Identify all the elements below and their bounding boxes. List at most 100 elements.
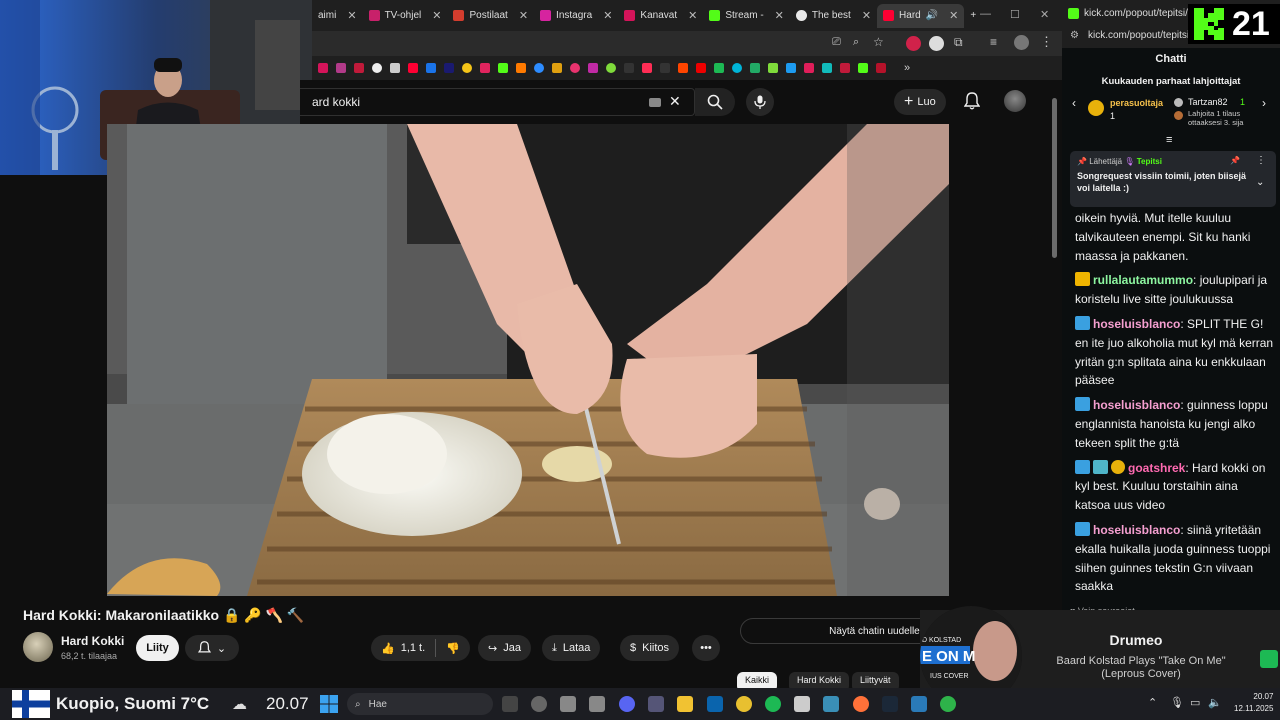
chevron-down-icon[interactable]: ⌄	[1256, 177, 1264, 188]
like-button[interactable]: 👍 1,1 t. 👎	[371, 635, 470, 661]
bookmark-icon[interactable]	[678, 63, 688, 73]
puzzle-icon[interactable]: ⧉	[954, 35, 963, 50]
message-username[interactable]: hoseluisblanco	[1093, 398, 1180, 412]
create-button[interactable]: + Luo	[894, 89, 946, 115]
close-icon[interactable]: ✕	[603, 9, 612, 22]
extension-icon[interactable]	[906, 36, 921, 51]
thanks-button[interactable]: $ Kiitos	[620, 635, 680, 661]
message-username[interactable]: rullalautamummo	[1093, 273, 1193, 287]
bookmark-icon[interactable]	[786, 63, 796, 73]
browser-tab-active[interactable]: Hard 🔊 ✕	[877, 3, 965, 28]
profile-icon[interactable]	[1014, 35, 1029, 50]
browser-tab[interactable]: aimi ✕	[312, 4, 363, 28]
minimize-icon[interactable]: —	[980, 8, 991, 20]
channel-avatar[interactable]	[23, 632, 53, 662]
extension-icon[interactable]	[929, 36, 944, 51]
bookmark-icon[interactable]	[318, 63, 328, 73]
browser-tab[interactable]: Kanavat ✕	[618, 4, 703, 28]
app-icon[interactable]	[531, 696, 547, 712]
close-icon[interactable]: ✕	[519, 9, 528, 22]
bookmark-icon[interactable]	[606, 63, 616, 73]
bookmark-icon[interactable]	[552, 63, 562, 73]
download-button[interactable]: ⤓ Lataa	[542, 635, 601, 661]
close-icon[interactable]: ✕	[688, 9, 697, 22]
keyboard-icon[interactable]	[649, 98, 661, 107]
bookmark-icon[interactable]	[768, 63, 778, 73]
bookmark-icon[interactable]	[354, 63, 364, 73]
close-window-icon[interactable]: ✕	[1040, 8, 1049, 21]
bookmark-icon[interactable]	[390, 63, 400, 73]
bookmark-icon[interactable]	[570, 63, 580, 73]
close-icon[interactable]: ✕	[775, 9, 784, 22]
message-username[interactable]: hoseluisblanco	[1093, 523, 1180, 537]
chevron-left-icon[interactable]: ‹	[1072, 96, 1076, 110]
chevron-up-icon[interactable]: ⌃	[1148, 696, 1157, 709]
close-icon[interactable]: ✕	[432, 9, 441, 22]
bookmark-icon[interactable]	[408, 63, 418, 73]
share-button[interactable]: ↪ Jaa	[478, 635, 531, 661]
subscribe-notifications-button[interactable]: ⌄	[185, 635, 239, 661]
app-icon[interactable]	[794, 696, 810, 712]
bookmark-icon[interactable]	[876, 63, 886, 73]
message-username[interactable]: goatshrek	[1128, 461, 1185, 475]
bookmark-icon[interactable]	[480, 63, 490, 73]
bookmark-icon[interactable]	[714, 63, 724, 73]
bookmark-icon[interactable]	[534, 63, 544, 73]
scrollbar[interactable]	[1050, 86, 1058, 596]
notifications-button[interactable]	[963, 92, 981, 115]
media-icon[interactable]: ≡	[990, 35, 997, 49]
bookmark-icon[interactable]	[426, 63, 436, 73]
voice-search-button[interactable]	[746, 88, 774, 116]
zoom-icon[interactable]: ⌕	[853, 36, 859, 49]
browser-tab[interactable]: Postilaat ✕	[447, 4, 534, 28]
bookmark-icon[interactable]	[444, 63, 454, 73]
outlook-icon[interactable]	[707, 696, 723, 712]
maximize-icon[interactable]: ☐	[1010, 8, 1020, 21]
search-input[interactable]: ard kokki ✕	[300, 88, 695, 116]
star-icon[interactable]: ☆	[873, 35, 884, 49]
clear-search-icon[interactable]: ✕	[669, 93, 681, 110]
unpin-icon[interactable]: 📌	[1230, 156, 1240, 165]
app-icon[interactable]	[823, 696, 839, 712]
widgets-icon[interactable]	[502, 696, 518, 712]
firefox-icon[interactable]	[853, 696, 869, 712]
close-icon[interactable]: ✕	[862, 9, 871, 22]
browser-tab[interactable]: TV-ohjel ✕	[363, 4, 448, 28]
windows-start-icon[interactable]	[320, 695, 338, 713]
join-button[interactable]: Liity	[136, 635, 179, 661]
bookmark-icon[interactable]	[642, 63, 652, 73]
scrollbar-thumb[interactable]	[1052, 98, 1057, 258]
app-icon[interactable]	[736, 696, 752, 712]
bookmark-icon[interactable]	[660, 63, 670, 73]
video-player[interactable]	[107, 124, 949, 596]
bookmark-icon[interactable]	[462, 63, 472, 73]
close-icon[interactable]: ✕	[949, 9, 958, 22]
bookmark-icon[interactable]	[840, 63, 850, 73]
chevron-right-icon[interactable]: ›	[1262, 96, 1266, 110]
network-icon[interactable]: ▭	[1190, 696, 1200, 709]
app-icon[interactable]	[560, 696, 576, 712]
chrome-icon[interactable]	[940, 696, 956, 712]
settings-icon[interactable]	[648, 696, 664, 712]
file-explorer-icon[interactable]	[677, 696, 693, 712]
bookmark-icon[interactable]	[732, 63, 742, 73]
cast-icon[interactable]: ⎚	[832, 36, 841, 49]
discord-icon[interactable]	[619, 696, 635, 712]
steam-icon[interactable]	[882, 696, 898, 712]
microphone-icon[interactable]: 🎙	[1170, 696, 1184, 709]
app-icon[interactable]	[911, 696, 927, 712]
avatar[interactable]	[1004, 90, 1026, 112]
bookmark-icon[interactable]	[516, 63, 526, 73]
app-icon[interactable]	[589, 696, 605, 712]
more-actions-button[interactable]: •••	[692, 635, 720, 661]
browser-tab[interactable]: Stream - ✕	[703, 4, 790, 28]
now-playing-popup[interactable]: D KOLSTAD E ON M IUS COVER Drumeo Baard …	[920, 606, 1280, 706]
menu-icon[interactable]: ⋮	[1256, 155, 1266, 166]
bookmark-icon[interactable]	[372, 63, 382, 73]
taskbar-search[interactable]: ⌕ Hae	[347, 693, 493, 715]
search-button[interactable]	[695, 88, 735, 116]
bookmark-icon[interactable]	[624, 63, 634, 73]
bookmark-icon[interactable]	[588, 63, 598, 73]
menu-icon[interactable]: ⋮	[1040, 34, 1053, 50]
system-clock[interactable]: 20.07 12.11.2025	[1234, 691, 1273, 715]
